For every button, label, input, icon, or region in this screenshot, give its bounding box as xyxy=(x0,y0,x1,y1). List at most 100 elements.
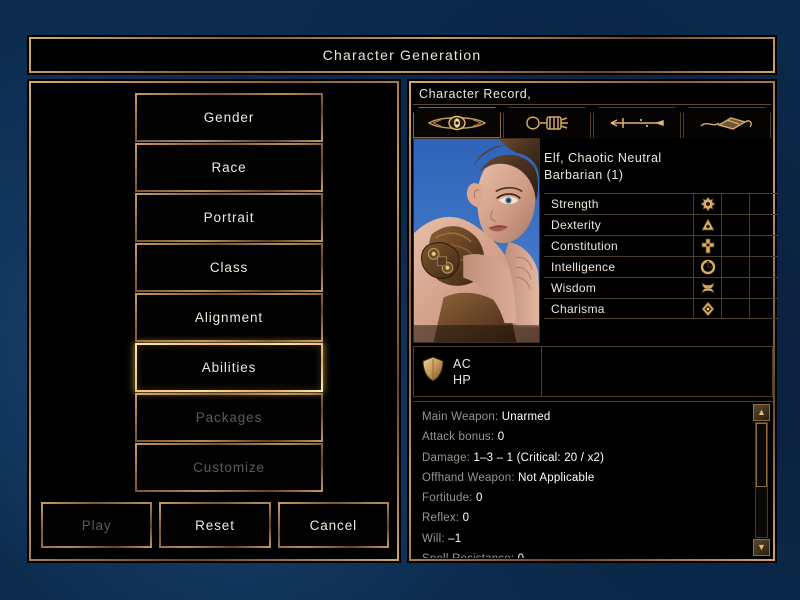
stat-label: Will: xyxy=(422,533,445,545)
left-navigation-panel: GenderRacePortraitClassAlignmentAbilitie… xyxy=(28,80,400,562)
combat-stats-list: Main Weapon: UnarmedAttack bonus: 0Damag… xyxy=(413,402,752,558)
wisdom-icon xyxy=(694,278,722,298)
nav-button-alignment[interactable]: Alignment xyxy=(135,293,323,342)
stat-label: Reflex: xyxy=(422,512,459,524)
character-class-level: Barbarian (1) xyxy=(544,167,772,184)
ability-name-strength: Strength xyxy=(544,194,694,214)
ability-modifier-charisma xyxy=(750,299,778,318)
stat-value: Unarmed xyxy=(502,411,551,423)
nav-button-portrait[interactable]: Portrait xyxy=(135,193,323,242)
ability-name-intelligence: Intelligence xyxy=(544,257,694,277)
stat-line: Reflex: 0 xyxy=(422,508,752,528)
stat-line: Will: –1 xyxy=(422,529,752,549)
stat-value: –1 xyxy=(448,533,461,545)
stat-line: Fortitude: 0 xyxy=(422,488,752,508)
character-portrait[interactable] xyxy=(413,138,540,343)
ability-score-wisdom xyxy=(722,278,750,298)
step-button-stack: GenderRacePortraitClassAlignmentAbilitie… xyxy=(135,93,323,493)
ability-score-charisma xyxy=(722,299,750,318)
stat-line: Spell Resistance: 0 xyxy=(422,549,752,558)
nav-button-class[interactable]: Class xyxy=(135,243,323,292)
ability-row[interactable]: Wisdom xyxy=(544,277,778,298)
ability-score-constitution xyxy=(722,236,750,256)
nav-button-abilities[interactable]: Abilities xyxy=(135,343,323,392)
scrollbar-thumb[interactable] xyxy=(756,423,767,487)
ability-row[interactable]: Intelligence xyxy=(544,256,778,277)
nav-button-customize: Customize xyxy=(135,443,323,492)
stat-label: Offhand Weapon: xyxy=(422,472,515,484)
reset-button[interactable]: Reset xyxy=(159,502,270,548)
stat-label: Attack bonus: xyxy=(422,431,494,443)
action-button-row: PlayResetCancel xyxy=(41,502,389,548)
shield-icon xyxy=(422,356,444,387)
ability-modifier-constitution xyxy=(750,236,778,256)
stat-line: Main Weapon: Unarmed xyxy=(422,407,752,427)
combat-stats-box: Main Weapon: UnarmedAttack bonus: 0Damag… xyxy=(413,401,773,558)
nav-button-race[interactable]: Race xyxy=(135,143,323,192)
nav-button-packages: Packages xyxy=(135,393,323,442)
ability-name-dexterity: Dexterity xyxy=(544,215,694,235)
ability-name-charisma: Charisma xyxy=(544,299,694,318)
nav-button-gender[interactable]: Gender xyxy=(135,93,323,142)
scroll-down-icon[interactable]: ▼ xyxy=(753,539,770,556)
ability-row[interactable]: Charisma xyxy=(544,298,778,319)
constitution-icon xyxy=(694,236,722,256)
book-icon xyxy=(684,108,770,138)
character-summary: Elf, Chaotic Neutral Barbarian (1) xyxy=(544,150,772,184)
stat-value: 0 xyxy=(518,553,525,558)
window-title: Character Generation xyxy=(29,37,775,73)
stat-value: 0 xyxy=(498,431,505,443)
ability-score-table: StrengthDexterityConstitutionIntelligenc… xyxy=(544,193,778,319)
charisma-icon xyxy=(694,299,722,318)
defense-values xyxy=(542,347,772,396)
ability-score-intelligence xyxy=(722,257,750,277)
stat-label: Main Weapon: xyxy=(422,411,498,423)
tab-sword[interactable] xyxy=(593,107,681,138)
stat-line: Attack bonus: 0 xyxy=(422,427,752,447)
ability-modifier-wisdom xyxy=(750,278,778,298)
ability-row[interactable]: Strength xyxy=(544,193,778,214)
ability-row[interactable]: Constitution xyxy=(544,235,778,256)
cancel-button[interactable]: Cancel xyxy=(278,502,389,548)
stat-value: 1–3 – 1 (Critical: 20 / x2) xyxy=(473,452,604,464)
tab-eye[interactable] xyxy=(413,107,501,138)
stats-scrollbar[interactable]: ▲ ▼ xyxy=(752,404,771,556)
stat-line: Damage: 1–3 – 1 (Critical: 20 / x2) xyxy=(422,448,752,468)
intelligence-icon xyxy=(694,257,722,277)
ability-name-wisdom: Wisdom xyxy=(544,278,694,298)
armor-icon xyxy=(504,108,590,138)
scroll-up-icon[interactable]: ▲ xyxy=(753,404,770,421)
stat-value: 0 xyxy=(463,512,470,524)
portrait-and-summary: Elf, Chaotic Neutral Barbarian (1) Stren… xyxy=(413,138,773,343)
character-record-title: Character Record, xyxy=(413,84,771,105)
window-title-bar: Character Generation xyxy=(28,36,776,74)
sword-icon xyxy=(594,108,680,138)
stat-line: Offhand Weapon: Not Applicable xyxy=(422,468,752,488)
stat-label: Damage: xyxy=(422,452,470,464)
record-tab-bar xyxy=(413,107,771,138)
character-record-panel: Character Record, xyxy=(408,80,776,562)
tab-armor[interactable] xyxy=(503,107,591,138)
hp-label: HP xyxy=(453,372,471,388)
ability-name-constitution: Constitution xyxy=(544,236,694,256)
strength-icon xyxy=(694,194,722,214)
eye-icon xyxy=(414,108,500,137)
ability-modifier-dexterity xyxy=(750,215,778,235)
stat-value: Not Applicable xyxy=(518,472,594,484)
stat-label: Spell Resistance: xyxy=(422,553,514,558)
defense-box: AC HP xyxy=(413,346,773,397)
defense-labels: AC HP xyxy=(414,347,542,396)
ability-modifier-intelligence xyxy=(750,257,778,277)
ability-score-dexterity xyxy=(722,215,750,235)
ability-score-strength xyxy=(722,194,750,214)
tab-book[interactable] xyxy=(683,107,771,138)
stat-value: 0 xyxy=(476,492,483,504)
scrollbar-track[interactable] xyxy=(755,422,768,538)
ability-row[interactable]: Dexterity xyxy=(544,214,778,235)
dexterity-icon xyxy=(694,215,722,235)
ability-modifier-strength xyxy=(750,194,778,214)
ac-label: AC xyxy=(453,356,471,372)
stat-label: Fortitude: xyxy=(422,492,473,504)
character-race-alignment: Elf, Chaotic Neutral xyxy=(544,150,772,167)
play-button: Play xyxy=(41,502,152,548)
